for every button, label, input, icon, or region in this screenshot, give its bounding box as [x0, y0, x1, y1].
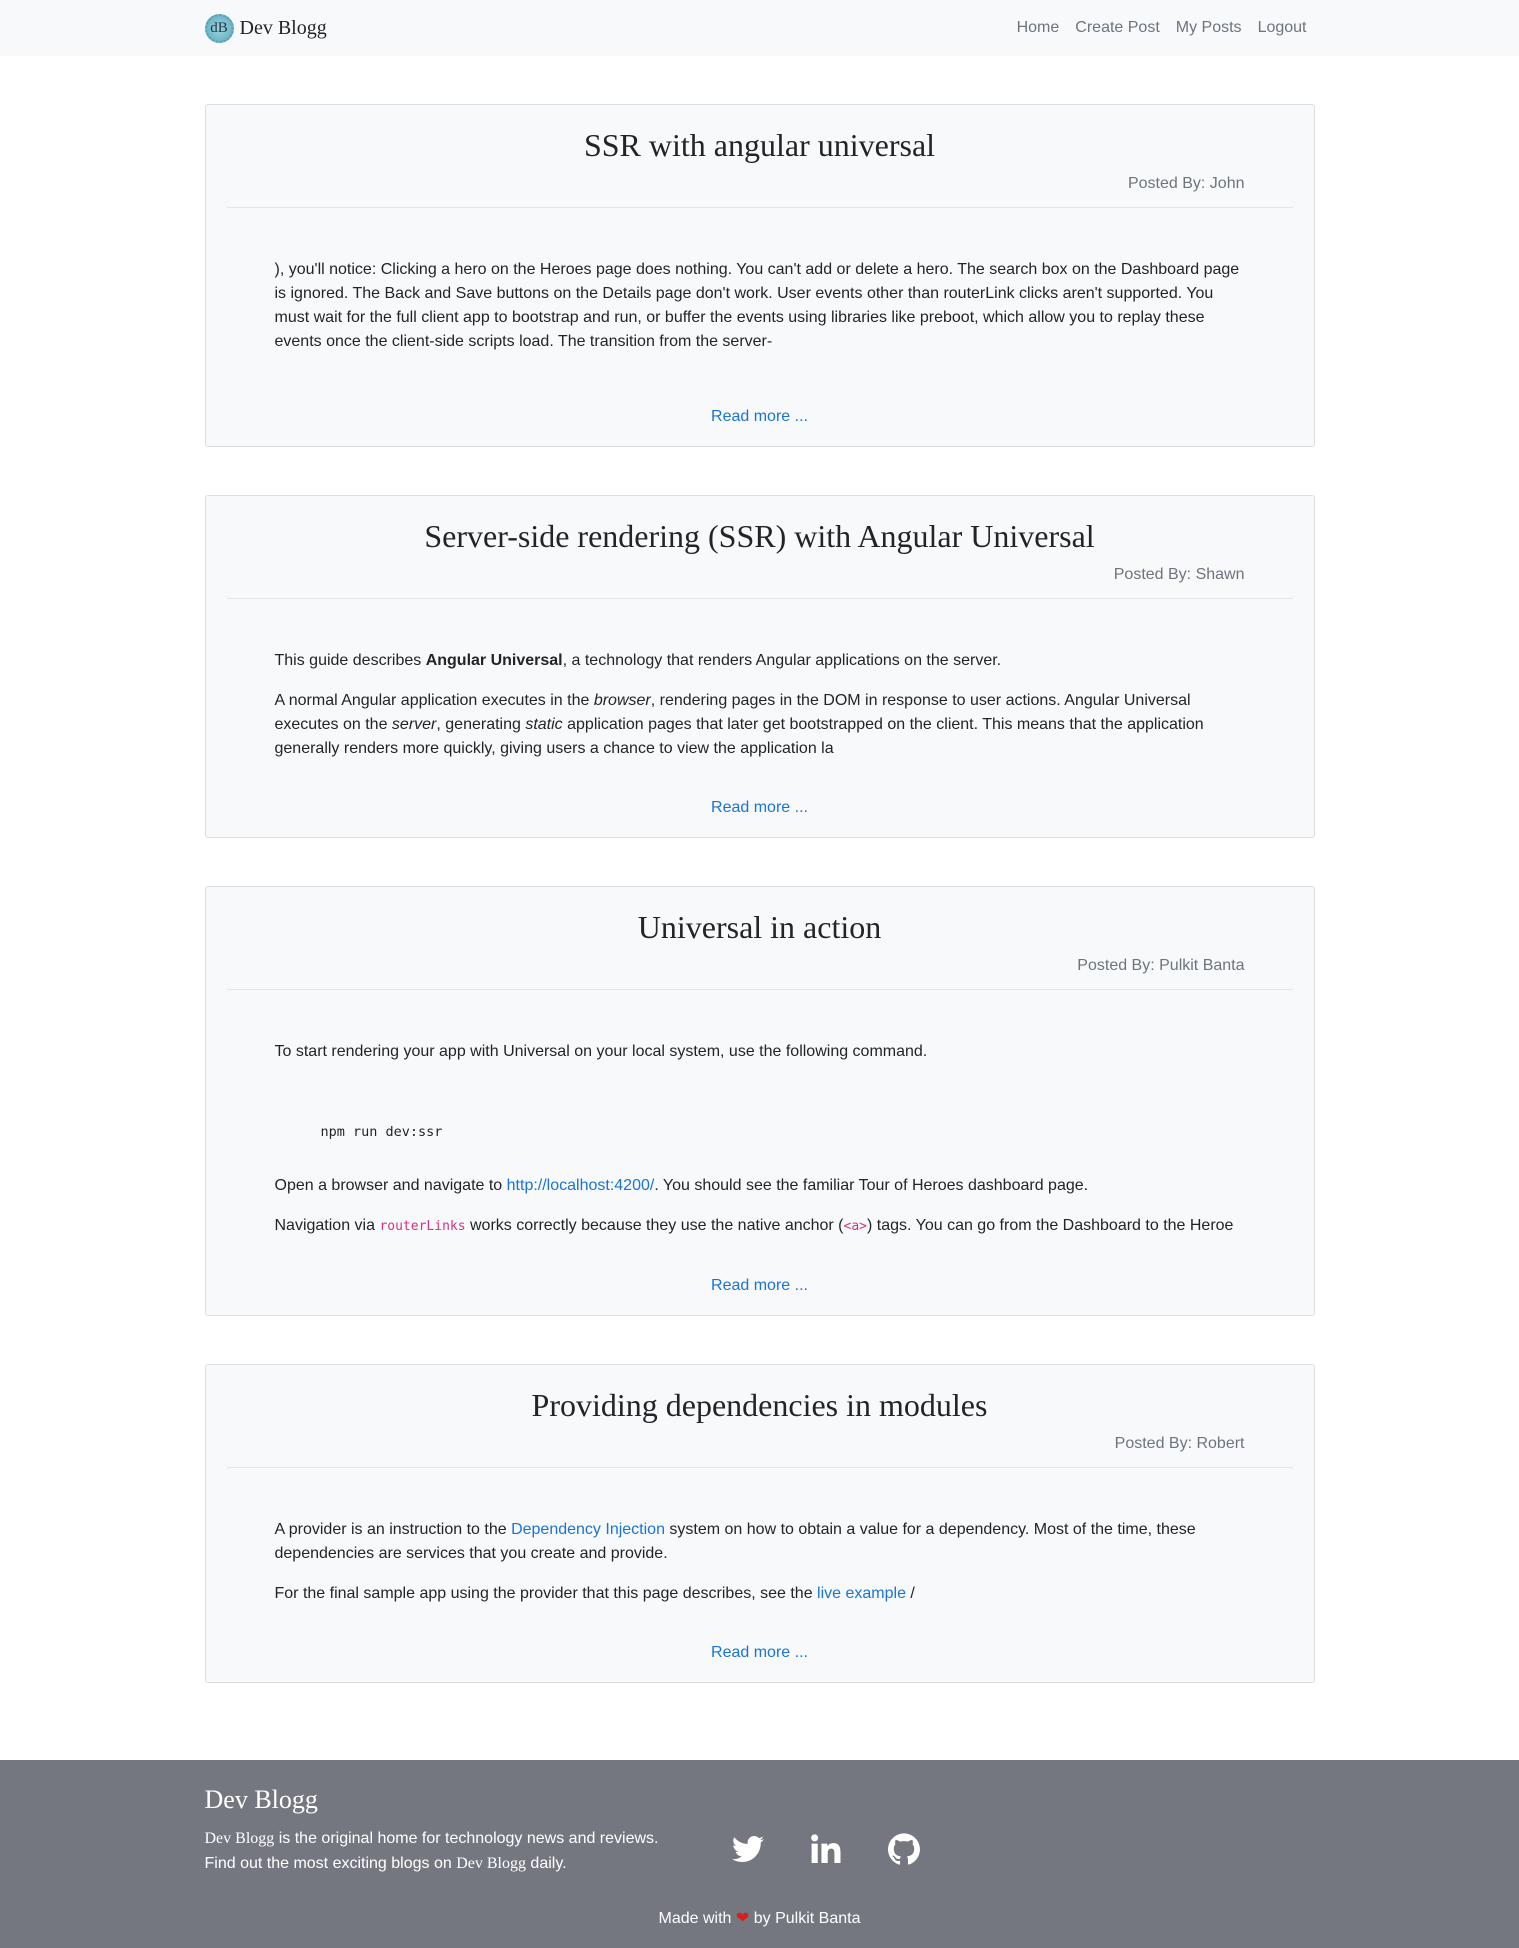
read-more-link[interactable]: Read more ...: [711, 408, 808, 425]
post-excerpt: To start rendering your app with Univers…: [227, 990, 1293, 1239]
nav-logout[interactable]: Logout: [1250, 19, 1315, 37]
post-author: Posted By: Robert: [1114, 1435, 1245, 1452]
post-paragraph: Navigation via routerLinks works correct…: [274, 1217, 1234, 1234]
post-card: SSR with angular universal Posted By: Jo…: [204, 104, 1315, 447]
read-more-row: Read more ...: [227, 370, 1293, 446]
logo-icon: dB: [204, 13, 234, 43]
post-header: Universal in action Posted By: Pulkit Ba…: [226, 887, 1293, 990]
post-header: Server-side rendering (SSR) with Angular…: [226, 496, 1293, 599]
inline-code: <a>: [843, 1219, 867, 1234]
post-author: Posted By: Pulkit Banta: [1077, 957, 1245, 974]
post-paragraph: Open a browser and navigate to http://lo…: [274, 1177, 1089, 1194]
localhost-link[interactable]: http://localhost:4200/: [507, 1177, 655, 1194]
read-more-row: Read more ...: [227, 1255, 1293, 1315]
bold-term: Angular Universal: [425, 652, 563, 669]
post-excerpt: A provider is an instruction to the Depe…: [227, 1468, 1293, 1606]
read-more-row: Read more ...: [227, 777, 1293, 837]
post-paragraph: This guide describes Angular Universal, …: [274, 652, 1002, 669]
post-card: Server-side rendering (SSR) with Angular…: [204, 495, 1315, 838]
post-list: SSR with angular universal Posted By: Jo…: [204, 56, 1315, 1683]
nav-create-post[interactable]: Create Post: [1067, 19, 1167, 37]
live-example-link[interactable]: live example: [817, 1585, 906, 1602]
post-paragraph: A normal Angular application executes in…: [274, 692, 1204, 757]
post-title: Server-side rendering (SSR) with Angular…: [424, 518, 1095, 554]
nav-my-posts[interactable]: My Posts: [1168, 19, 1250, 37]
post-paragraph: A provider is an instruction to the Depe…: [274, 1521, 1196, 1562]
post-title: SSR with angular universal: [583, 127, 936, 163]
read-more-link[interactable]: Read more ...: [711, 1277, 808, 1294]
post-paragraph: ), you'll notice: Clicking a hero on the…: [274, 261, 1240, 350]
post-paragraph: To start rendering your app with Univers…: [274, 1043, 928, 1060]
made-with-credit: Made with ❤ by Pulkit Banta: [658, 1910, 861, 1927]
linkedin-icon[interactable]: [810, 1833, 842, 1865]
read-more-link[interactable]: Read more ...: [711, 1644, 808, 1661]
post-card: Providing dependencies in modules Posted…: [204, 1364, 1315, 1683]
post-excerpt: ), you'll notice: Clicking a hero on the…: [227, 208, 1293, 354]
post-paragraph: For the final sample app using the provi…: [274, 1585, 915, 1602]
github-icon[interactable]: [887, 1833, 920, 1865]
inline-code: routerLinks: [379, 1219, 466, 1234]
post-title: Providing dependencies in modules: [531, 1387, 988, 1423]
post-excerpt: This guide describes Angular Universal, …: [227, 599, 1293, 761]
twitter-icon[interactable]: [731, 1833, 764, 1865]
post-author: Posted By: John: [1127, 175, 1245, 192]
dependency-injection-link[interactable]: Dependency Injection: [511, 1521, 665, 1538]
post-header: Providing dependencies in modules Posted…: [226, 1365, 1293, 1468]
nav-home[interactable]: Home: [1009, 19, 1068, 37]
brand-name: Dev Blogg: [239, 16, 327, 39]
brand-link[interactable]: dB Dev Blogg: [204, 13, 327, 43]
nav-links: Home Create Post My Posts Logout: [1009, 19, 1315, 37]
post-author: Posted By: Shawn: [1113, 566, 1245, 583]
code-block: npm run dev:ssr: [320, 1124, 443, 1140]
post-title: Universal in action: [637, 909, 882, 945]
read-more-link[interactable]: Read more ...: [711, 799, 808, 816]
read-more-row: Read more ...: [227, 1622, 1293, 1682]
post-card: Universal in action Posted By: Pulkit Ba…: [204, 886, 1315, 1316]
heart-icon: ❤: [735, 1910, 750, 1927]
navbar: dB Dev Blogg Home Create Post My Posts L…: [0, 0, 1519, 56]
footer: Dev Blogg Dev Blogg is the original home…: [0, 1760, 1519, 1948]
social-links: [731, 1784, 920, 1876]
post-header: SSR with angular universal Posted By: Jo…: [226, 105, 1293, 208]
